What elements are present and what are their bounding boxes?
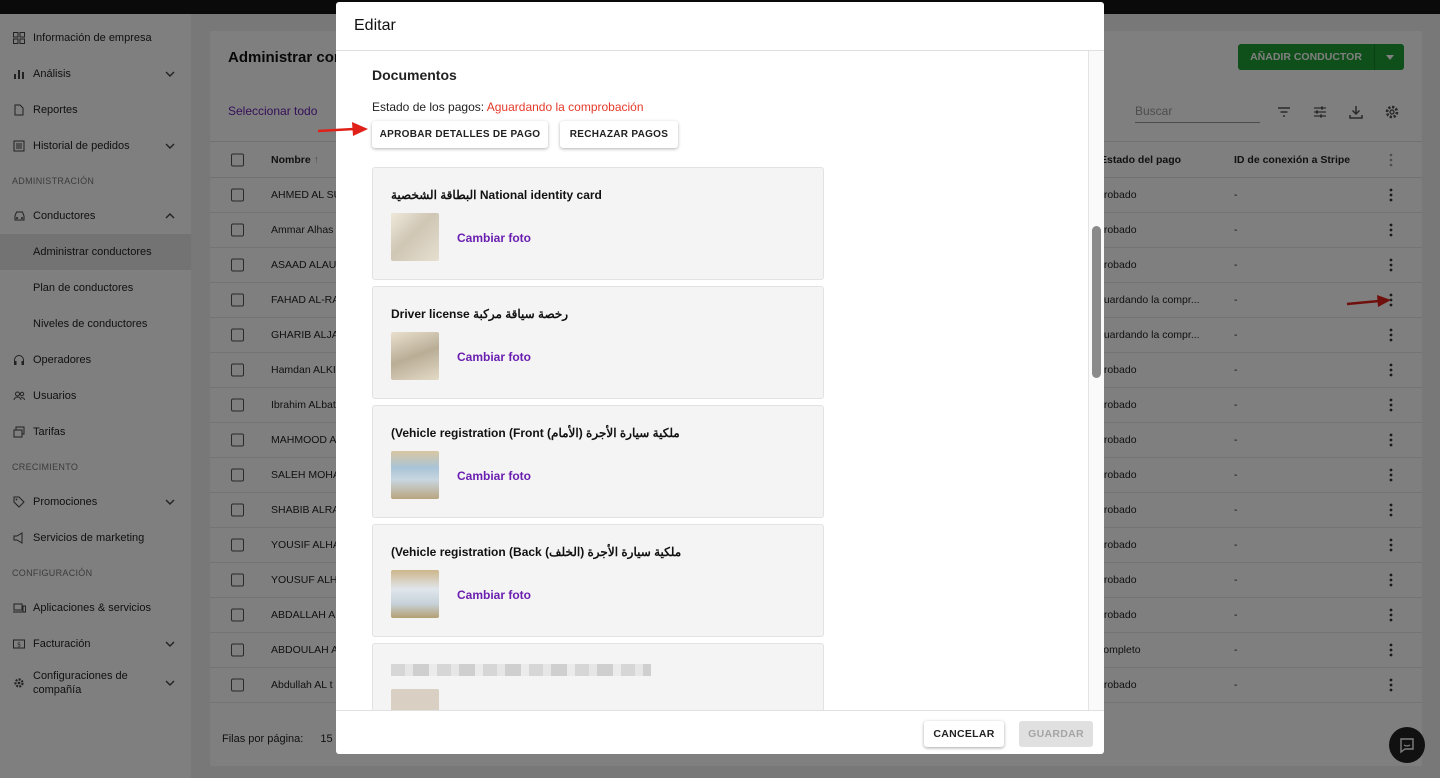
modal-body: Documentos Estado de los pagos: Aguardan… [336, 51, 1104, 710]
document-title: Driver license رخصة سياقة مركبة [391, 307, 569, 321]
modal-title: Editar [354, 17, 396, 34]
edit-modal: Editar Documentos Estado de los pagos: A… [336, 2, 1104, 754]
document-title: (Vehicle registration (Back ملكية سيارة … [391, 545, 682, 559]
document-thumbnail[interactable] [391, 332, 439, 380]
document-card: (Vehicle registration (Back ملكية سيارة … [372, 524, 824, 637]
document-card: (Vehicle registration (Front ملكية سيارة… [372, 405, 824, 518]
change-photo-link[interactable]: Cambiar foto [457, 350, 531, 364]
payment-status-value: Aguardando la comprobación [486, 100, 644, 114]
payment-status-label: Estado de los pagos: [372, 100, 485, 114]
document-card: البطاقة الشخصية National identity card Ca… [372, 167, 824, 280]
change-photo-link[interactable]: Cambiar foto [457, 588, 531, 602]
approve-payment-button[interactable]: APROBAR DETALLES DE PAGO [372, 121, 548, 148]
document-thumbnail[interactable] [391, 570, 439, 618]
scrollbar-thumb[interactable] [1092, 226, 1101, 378]
payment-status: Estado de los pagos: Aguardando la compr… [372, 100, 644, 114]
documents-heading: Documentos [372, 67, 457, 83]
document-thumbnail[interactable] [391, 213, 439, 261]
annotation-arrow-approve [317, 122, 368, 136]
document-title: البطاقة الشخصية National identity card [391, 188, 602, 202]
document-title: (Vehicle registration (Front ملكية سيارة… [391, 426, 680, 440]
document-card: Driver license رخصة سياقة مركبة Cambiar f… [372, 286, 824, 399]
save-button[interactable]: GUARDAR [1019, 721, 1093, 747]
reject-payments-button[interactable]: RECHAZAR PAGOS [560, 121, 678, 148]
document-thumbnail [391, 689, 439, 710]
change-photo-link[interactable]: Cambiar foto [457, 231, 531, 245]
modal-footer: CANCELAR GUARDAR [336, 710, 1104, 754]
cancel-button[interactable]: CANCELAR [924, 721, 1004, 747]
document-thumbnail[interactable] [391, 451, 439, 499]
change-photo-link[interactable]: Cambiar foto [457, 469, 531, 483]
scrollbar-track[interactable] [1088, 51, 1104, 710]
blurred-title [391, 664, 651, 676]
modal-header: Editar [336, 2, 1104, 51]
document-card-blurred [372, 643, 824, 710]
